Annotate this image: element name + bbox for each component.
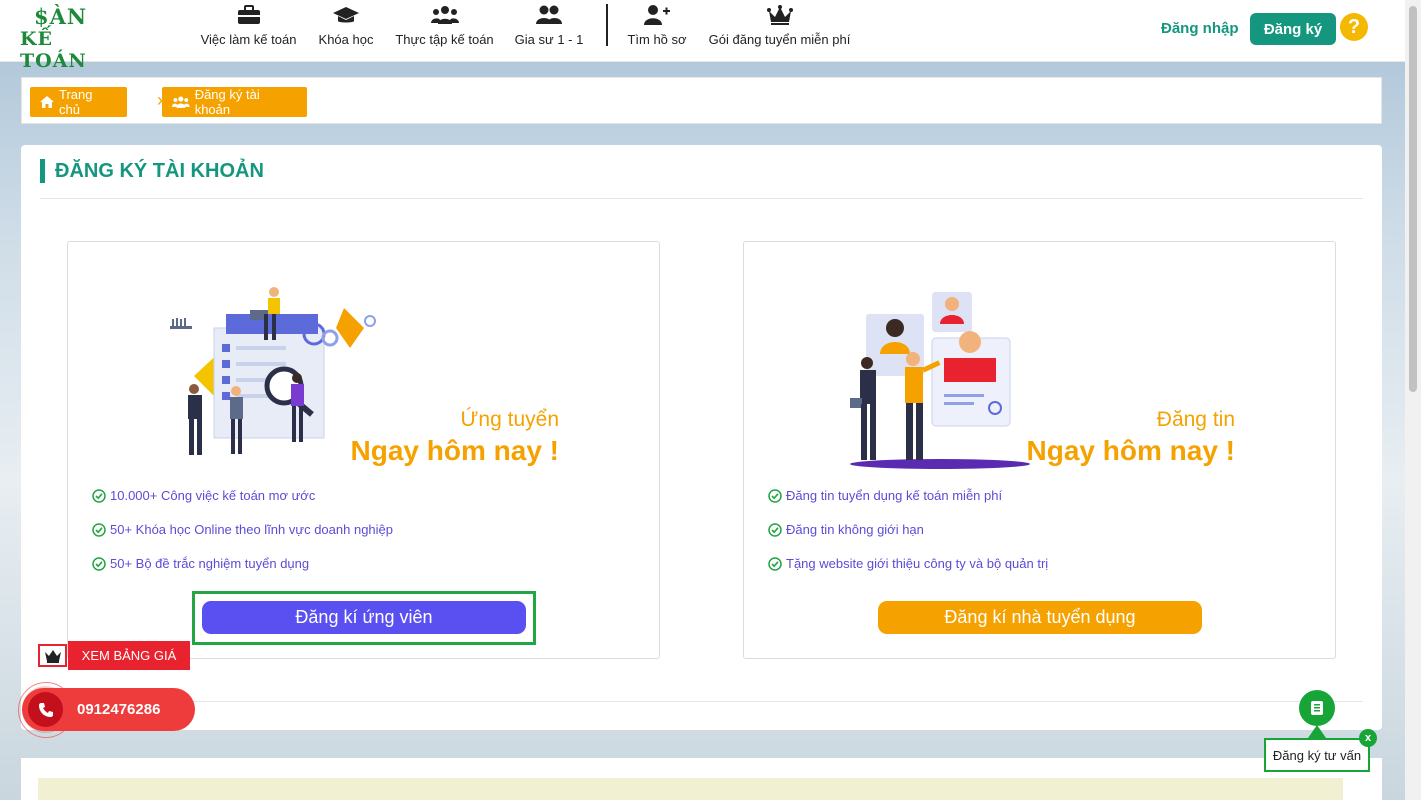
home-icon <box>40 96 54 108</box>
nav-find-resume-label: Tìm hồ sơ <box>627 32 687 47</box>
nav-find-resume[interactable]: Tìm hồ sơ <box>627 4 687 54</box>
nav-internship[interactable]: Thực tập kế toán <box>395 4 494 54</box>
nav-tutor[interactable]: Gia sư 1 - 1 <box>514 4 584 54</box>
candidate-feature-list: 10.000+ Công việc kế toán mơ ước 50+ Khó… <box>92 488 393 590</box>
scrollbar-thumb[interactable] <box>1409 6 1417 392</box>
nav-internship-label: Thực tập kế toán <box>395 32 494 47</box>
nav-divider <box>606 4 608 46</box>
register-panel: ĐĂNG KÝ TÀI KHOẢN Ứng tuyển Ngay hôm nay… <box>21 145 1382 730</box>
phone-icon <box>28 692 63 727</box>
form-icon <box>1311 701 1323 715</box>
nav-courses-label: Khóa học <box>318 32 374 47</box>
register-button[interactable]: Đăng ký <box>1250 13 1336 45</box>
next-section-banner <box>38 778 1343 800</box>
employer-card: Đăng tin Ngay hôm nay ! Đăng tin tuyển d… <box>743 241 1336 659</box>
check-circle-icon <box>92 489 106 503</box>
user-plus-icon <box>627 4 687 30</box>
list-item: 10.000+ Công việc kế toán mơ ước <box>92 488 393 522</box>
register-employer-button[interactable]: Đăng kí nhà tuyển dụng <box>878 601 1202 634</box>
breadcrumb-current[interactable]: Đăng ký tài khoản <box>162 87 307 117</box>
list-item: 50+ Khóa học Online theo lĩnh vực doanh … <box>92 522 393 556</box>
feature-text: Đăng tin không giới hạn <box>786 522 924 537</box>
consult-toggle[interactable] <box>1299 690 1335 726</box>
users-icon <box>172 96 190 108</box>
page-title: ĐĂNG KÝ TÀI KHOẢN <box>40 159 264 183</box>
feature-text: 50+ Khóa học Online theo lĩnh vực doanh … <box>110 522 393 537</box>
briefcase-icon <box>200 4 297 30</box>
employer-tagline-small: Đăng tin <box>1156 408 1235 431</box>
crown-icon <box>708 4 851 30</box>
group-icon <box>395 4 494 30</box>
breadcrumb-home[interactable]: Trang chủ <box>30 87 127 117</box>
users-icon <box>514 4 584 30</box>
nav-free-posting-label: Gói đăng tuyển miễn phí <box>708 32 851 47</box>
employer-feature-list: Đăng tin tuyển dụng kế toán miễn phí Đăn… <box>768 488 1048 590</box>
section-divider <box>40 701 1363 702</box>
candidate-tagline-small: Ứng tuyển <box>460 408 560 431</box>
logo-top-text: $ÀN <box>34 4 88 29</box>
nav-jobs[interactable]: Việc làm kế toán <box>200 4 297 54</box>
hotline-number: 0912476286 <box>77 701 161 718</box>
feature-text: Tặng website giới thiệu công ty và bộ qu… <box>786 556 1049 571</box>
check-circle-icon <box>768 523 782 537</box>
login-link[interactable]: Đăng nhập <box>1161 20 1239 37</box>
list-item: Đăng tin tuyển dụng kế toán miễn phí <box>768 488 1048 522</box>
nav-free-posting[interactable]: Gói đăng tuyển miễn phí <box>708 4 851 54</box>
feature-text: 50+ Bộ đề trắc nghiệm tuyển dụng <box>110 556 310 571</box>
feature-text: Đăng tin tuyển dụng kế toán miễn phí <box>786 488 1003 503</box>
breadcrumb: Trang chủ › Đăng ký tài khoản <box>21 77 1382 124</box>
graduation-cap-icon <box>317 4 375 30</box>
candidate-card: Ứng tuyển Ngay hôm nay ! 10.000+ Công vi… <box>67 241 660 659</box>
list-item: 50+ Bộ đề trắc nghiệm tuyển dụng <box>92 556 393 590</box>
employer-illustration <box>850 292 1030 469</box>
register-candidate-button[interactable]: Đăng kí ứng viên <box>202 601 526 634</box>
help-button[interactable]: ? <box>1340 13 1368 41</box>
list-item: Tặng website giới thiệu công ty và bộ qu… <box>768 556 1048 590</box>
site-header: $ÀN KẾ TOÁN Việc làm kế toán Khóa học Th… <box>0 0 1405 72</box>
next-section <box>21 758 1382 800</box>
nav-jobs-label: Việc làm kế toán <box>200 32 297 47</box>
consult-pointer <box>1308 725 1326 738</box>
candidate-tagline-big: Ngay hôm nay ! <box>350 435 559 466</box>
site-logo[interactable]: $ÀN KẾ TOÁN <box>20 4 122 72</box>
list-item: Đăng tin không giới hạn <box>768 522 1048 556</box>
page-scrollbar[interactable] <box>1405 0 1421 800</box>
breadcrumb-current-label: Đăng ký tài khoản <box>194 87 260 117</box>
breadcrumb-home-label: Trang chủ <box>58 87 93 117</box>
nav-courses[interactable]: Khóa học <box>317 4 375 54</box>
check-circle-icon <box>768 489 782 503</box>
price-crown-badge[interactable] <box>38 644 67 667</box>
check-circle-icon <box>92 557 106 571</box>
consult-register-box[interactable]: Đăng ký tư vấn <box>1264 738 1370 772</box>
employer-tagline-big: Ngay hôm nay ! <box>1026 435 1235 466</box>
check-circle-icon <box>768 557 782 571</box>
close-icon[interactable]: x <box>1359 729 1377 747</box>
logo-bottom-text: KẾ TOÁN <box>20 28 87 72</box>
feature-text: 10.000+ Công việc kế toán mơ ước <box>110 488 316 503</box>
title-divider <box>40 198 1363 199</box>
check-circle-icon <box>92 523 106 537</box>
nav-tutor-label: Gia sư 1 - 1 <box>514 32 584 47</box>
call-hotline-button[interactable]: 0912476286 <box>22 688 195 731</box>
crown-icon <box>44 649 61 663</box>
view-price-button[interactable]: XEM BẢNG GIÁ <box>68 641 190 670</box>
